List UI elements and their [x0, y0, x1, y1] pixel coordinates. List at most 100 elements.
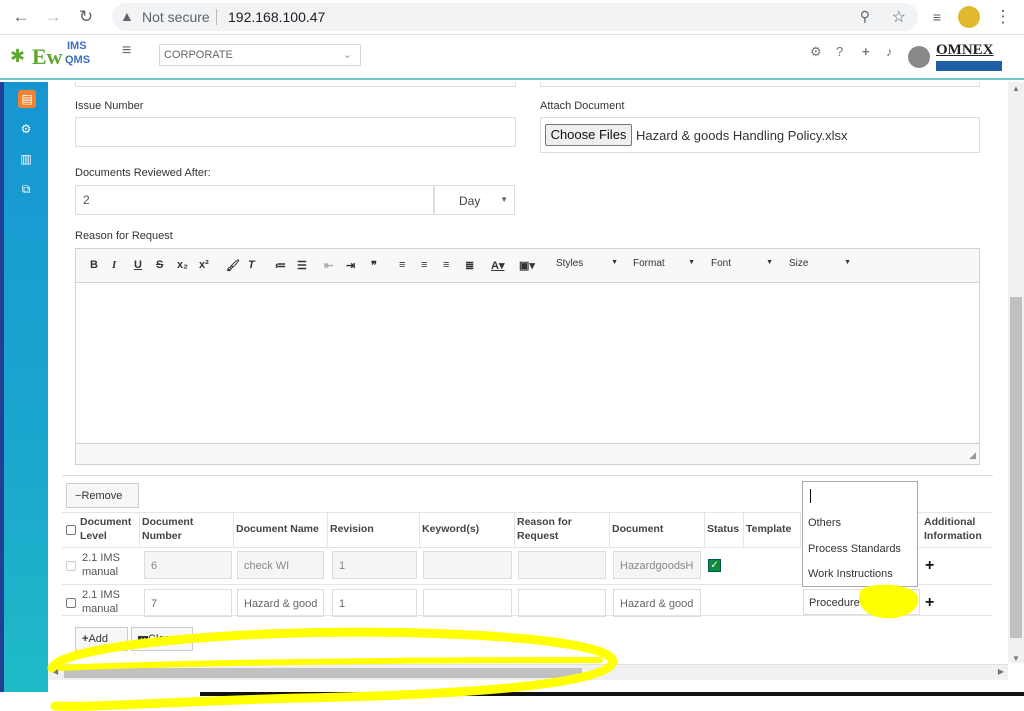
- cell-revision-input[interactable]: 1: [332, 589, 417, 617]
- cell-keywords-input[interactable]: [423, 589, 512, 617]
- header-document-number[interactable]: Document Number: [140, 513, 234, 547]
- scroll-down-icon[interactable]: ▼: [1012, 654, 1020, 663]
- zoom-icon[interactable]: ⚲: [860, 8, 870, 25]
- bulleted-list-icon[interactable]: ☰: [297, 259, 307, 272]
- dropdown-option[interactable]: Process Standards: [808, 543, 901, 555]
- menu-dots-icon[interactable]: ⋮: [992, 6, 1014, 28]
- cell-level: 2.1 IMS manual: [82, 589, 120, 615]
- company-select[interactable]: CORPORATE ⌄: [159, 44, 361, 66]
- horizontal-scroll-thumb[interactable]: [64, 668, 582, 678]
- brand-text: OMNEX: [936, 42, 994, 58]
- document-icon[interactable]: ▤: [18, 90, 36, 108]
- scroll-up-icon[interactable]: ▲: [1012, 84, 1020, 93]
- cell-keywords: [423, 551, 512, 579]
- add-label: Add: [88, 633, 109, 645]
- issue-number-input[interactable]: [75, 117, 516, 147]
- text-color-icon[interactable]: A▾: [491, 259, 504, 272]
- hamburger-icon[interactable]: ≡: [122, 42, 131, 60]
- header-template[interactable]: Template: [744, 513, 801, 547]
- justify-icon[interactable]: ≣: [465, 259, 474, 272]
- reviewed-unit-value: Day: [459, 194, 481, 208]
- size-label: Size: [789, 258, 809, 269]
- dropdown-option[interactable]: Work Instructions: [808, 568, 893, 580]
- header-document-level[interactable]: Document Level: [78, 513, 140, 547]
- superscript-icon[interactable]: x²: [199, 259, 209, 271]
- size-dropdown[interactable]: Size ▼: [789, 258, 851, 269]
- reviewed-after-input[interactable]: 2: [75, 185, 434, 215]
- styles-dropdown[interactable]: Styles ▼: [556, 258, 618, 269]
- strikethrough-icon[interactable]: S: [156, 259, 163, 271]
- scroll-right-icon[interactable]: ▶: [998, 667, 1004, 676]
- copy-icon[interactable]: ⧉: [18, 182, 34, 197]
- company-select-value: CORPORATE: [164, 49, 233, 61]
- copy-format-icon[interactable]: 🖌: [226, 259, 240, 272]
- underline-icon[interactable]: U: [134, 259, 142, 271]
- header-keywords[interactable]: Keyword(s): [420, 513, 515, 547]
- font-dropdown[interactable]: Font ▼: [711, 258, 773, 269]
- vertical-scroll-thumb[interactable]: [1010, 297, 1022, 638]
- address-bar[interactable]: ▲ Not secure 192.168.100.47 ⚲ ☆: [112, 3, 918, 31]
- help-icon[interactable]: ?: [836, 44, 843, 59]
- vertical-scrollbar[interactable]: ▲ ▼: [1008, 82, 1024, 663]
- gear-icon[interactable]: ⚙: [810, 44, 822, 60]
- previous-field: [75, 82, 516, 87]
- close-button[interactable]: ✕ Close: [131, 627, 193, 651]
- dropdown-search-cursor[interactable]: [810, 489, 811, 503]
- header-status[interactable]: Status: [705, 513, 744, 547]
- header-document-name[interactable]: Document Name: [234, 513, 328, 547]
- media-icon[interactable]: ≡: [926, 6, 948, 28]
- header-document[interactable]: Document: [610, 513, 705, 547]
- building-icon[interactable]: ▥: [18, 152, 34, 166]
- reviewed-unit-select[interactable]: Day ▼: [434, 185, 515, 215]
- settings-icon[interactable]: ⚙: [18, 122, 34, 136]
- page-footer: [0, 692, 1024, 711]
- document-type-value: Procedure: [809, 597, 860, 609]
- outdent-icon[interactable]: ⇤: [324, 259, 333, 272]
- resize-grip-icon[interactable]: ◢: [969, 450, 976, 461]
- star-icon[interactable]: ☆: [892, 7, 906, 27]
- remove-button[interactable]: −Remove: [66, 483, 139, 508]
- blockquote-icon[interactable]: ❞: [371, 259, 377, 272]
- select-all-checkbox[interactable]: [66, 525, 76, 535]
- back-icon[interactable]: ←: [10, 6, 32, 28]
- align-left-icon[interactable]: ≡: [399, 259, 405, 271]
- header-reason[interactable]: Reason for Request: [515, 513, 610, 547]
- cell-document-input[interactable]: Hazard & good: [613, 589, 701, 617]
- row-checkbox[interactable]: [66, 561, 76, 571]
- document-type-select[interactable]: Procedure ▲: [803, 589, 920, 615]
- bg-color-icon[interactable]: ▣▾: [519, 259, 535, 272]
- remove-format-icon[interactable]: T: [248, 259, 255, 271]
- bold-icon[interactable]: B: [90, 259, 98, 271]
- header-additional[interactable]: Additional Information: [922, 513, 992, 547]
- url-text[interactable]: 192.168.100.47: [228, 9, 325, 25]
- not-secure-label[interactable]: Not secure: [142, 9, 210, 25]
- plus-icon[interactable]: +: [862, 44, 870, 59]
- add-info-plus-icon[interactable]: +: [925, 594, 934, 612]
- cell-reason-input[interactable]: [518, 589, 606, 617]
- bell-icon[interactable]: ♪: [886, 44, 893, 59]
- indent-icon[interactable]: ⇥: [346, 259, 355, 272]
- align-center-icon[interactable]: ≡: [421, 259, 427, 271]
- cell-number-input[interactable]: 7: [144, 589, 232, 617]
- add-button[interactable]: +Add: [75, 627, 128, 651]
- align-right-icon[interactable]: ≡: [443, 259, 449, 271]
- horizontal-scrollbar[interactable]: ◀ ▶: [48, 664, 1008, 680]
- subscript-icon[interactable]: x₂: [177, 259, 188, 271]
- profile-avatar[interactable]: [958, 6, 980, 28]
- choose-files-button[interactable]: Choose Files: [545, 124, 632, 146]
- dropdown-option[interactable]: Others: [808, 517, 841, 529]
- forward-icon[interactable]: →: [42, 6, 64, 28]
- cell-name-input[interactable]: Hazard & good: [237, 589, 324, 617]
- sidebar: ▤ ⚙ ▥ ⧉: [0, 82, 48, 711]
- add-info-plus-icon[interactable]: +: [925, 557, 934, 575]
- italic-icon[interactable]: I: [112, 259, 116, 271]
- row-checkbox[interactable]: [66, 598, 76, 608]
- reload-icon[interactable]: ↻: [75, 6, 97, 28]
- numbered-list-icon[interactable]: ≔: [275, 259, 286, 272]
- status-check-icon[interactable]: ✓: [708, 559, 721, 572]
- user-avatar[interactable]: [908, 46, 930, 68]
- format-dropdown[interactable]: Format ▼: [633, 258, 695, 269]
- scroll-left-icon[interactable]: ◀: [52, 667, 58, 676]
- header-revision[interactable]: Revision: [328, 513, 420, 547]
- reviewed-after-label: Documents Reviewed After:: [75, 167, 211, 179]
